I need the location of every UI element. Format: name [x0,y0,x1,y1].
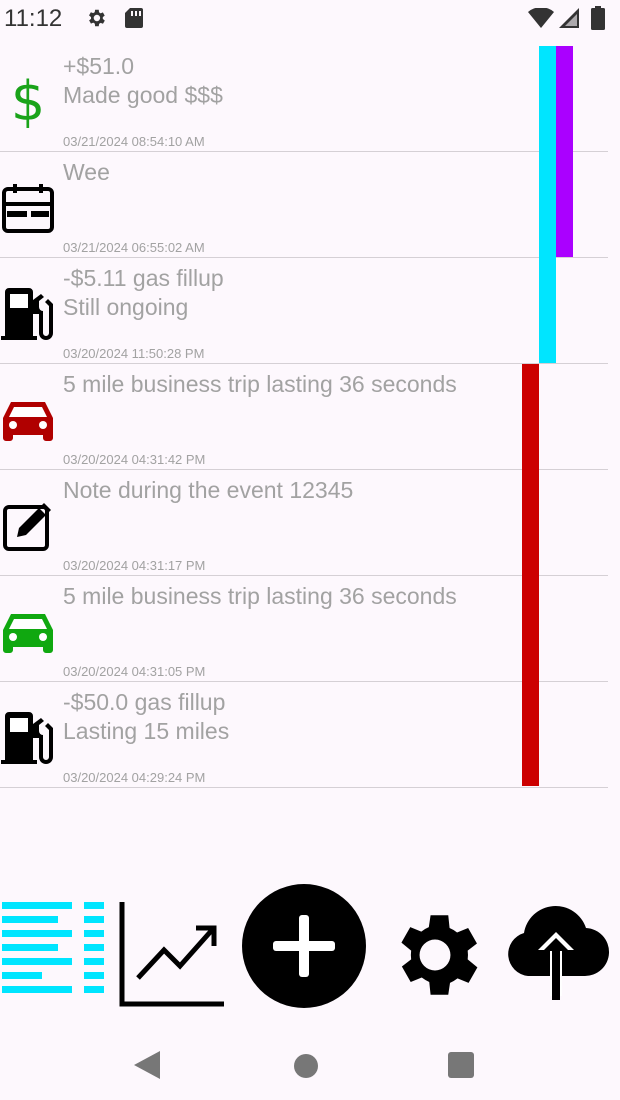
recents-icon[interactable] [448,1052,474,1078]
entry-row[interactable]: $ +$51.0 Made good $$$ 03/21/2024 08:54:… [0,46,608,152]
entry-timestamp: 03/20/2024 04:31:17 PM [63,558,206,573]
signal-icon [559,8,579,28]
list-icon[interactable] [0,900,106,1000]
gear-icon [89,9,105,27]
entry-list: $ +$51.0 Made good $$$ 03/21/2024 08:54:… [0,46,608,788]
entry-text: 5 mile business trip lasting 36 seconds [63,582,457,611]
system-nav-bar [0,1024,620,1100]
timeline-bar-cyan [539,46,556,363]
entry-line2: Lasting 15 miles [63,718,230,744]
cloud-upload-icon[interactable] [502,902,610,1000]
car-icon [0,604,56,660]
card-icon [0,180,56,236]
entry-line2: Made good $$$ [63,82,223,108]
status-bar: 11:12 [0,0,620,38]
entry-line1: Wee [63,159,110,185]
entry-timestamp: 03/21/2024 08:54:10 AM [63,134,205,149]
back-icon[interactable] [134,1051,160,1079]
settings-icon[interactable] [382,902,488,1008]
entry-row[interactable]: Wee 03/21/2024 06:55:02 AM [0,152,608,258]
entry-row[interactable]: 5 mile business trip lasting 36 seconds … [0,364,608,470]
add-icon[interactable] [241,883,367,1009]
entry-text: +$51.0 Made good $$$ [63,52,223,110]
entry-row[interactable]: -$5.11 gas fillup Still ongoing 03/20/20… [0,258,608,364]
entry-row[interactable]: Note during the event 12345 03/20/2024 0… [0,470,608,576]
entry-timestamp: 03/20/2024 04:29:24 PM [63,770,206,785]
entry-row[interactable]: -$50.0 gas fillup Lasting 15 miles 03/20… [0,682,608,788]
entry-text: Wee [63,158,110,187]
battery-icon [591,6,605,30]
entry-text: Note during the event 12345 [63,476,353,505]
chart-icon[interactable] [118,900,226,1008]
timeline-bar-red [522,364,539,786]
entry-line1: 5 mile business trip lasting 36 seconds [63,583,457,609]
entry-timestamp: 03/20/2024 04:31:05 PM [63,664,206,679]
wifi-icon [528,8,554,28]
entry-line1: 5 mile business trip lasting 36 seconds [63,371,457,397]
entry-line1: -$50.0 gas fillup [63,689,226,715]
edit-note-icon [0,498,56,554]
entry-text: -$50.0 gas fillup Lasting 15 miles [63,688,229,746]
entry-line1: -$5.11 gas fillup [63,265,224,291]
entry-text: 5 mile business trip lasting 36 seconds [63,370,457,399]
sd-card-icon [125,8,143,28]
entry-text: -$5.11 gas fillup Still ongoing [63,264,224,322]
status-time: 11:12 [4,5,63,32]
entry-timestamp: 03/20/2024 04:31:42 PM [63,452,206,467]
home-icon[interactable] [293,1053,319,1079]
entry-row[interactable]: 5 mile business trip lasting 36 seconds … [0,576,608,682]
dollar-icon: $ [10,70,46,133]
bottom-nav [0,880,620,1020]
entry-line1: +$51.0 [63,53,134,79]
entry-timestamp: 03/21/2024 06:55:02 AM [63,240,205,255]
entry-timestamp: 03/20/2024 11:50:28 PM [63,346,205,361]
entry-line1: Note during the event 12345 [63,477,354,503]
gas-pump-icon [0,710,56,766]
timeline-bar-purple [556,46,573,257]
entry-line2: Still ongoing [63,294,189,320]
gas-pump-icon [0,286,56,342]
car-icon [0,392,56,448]
